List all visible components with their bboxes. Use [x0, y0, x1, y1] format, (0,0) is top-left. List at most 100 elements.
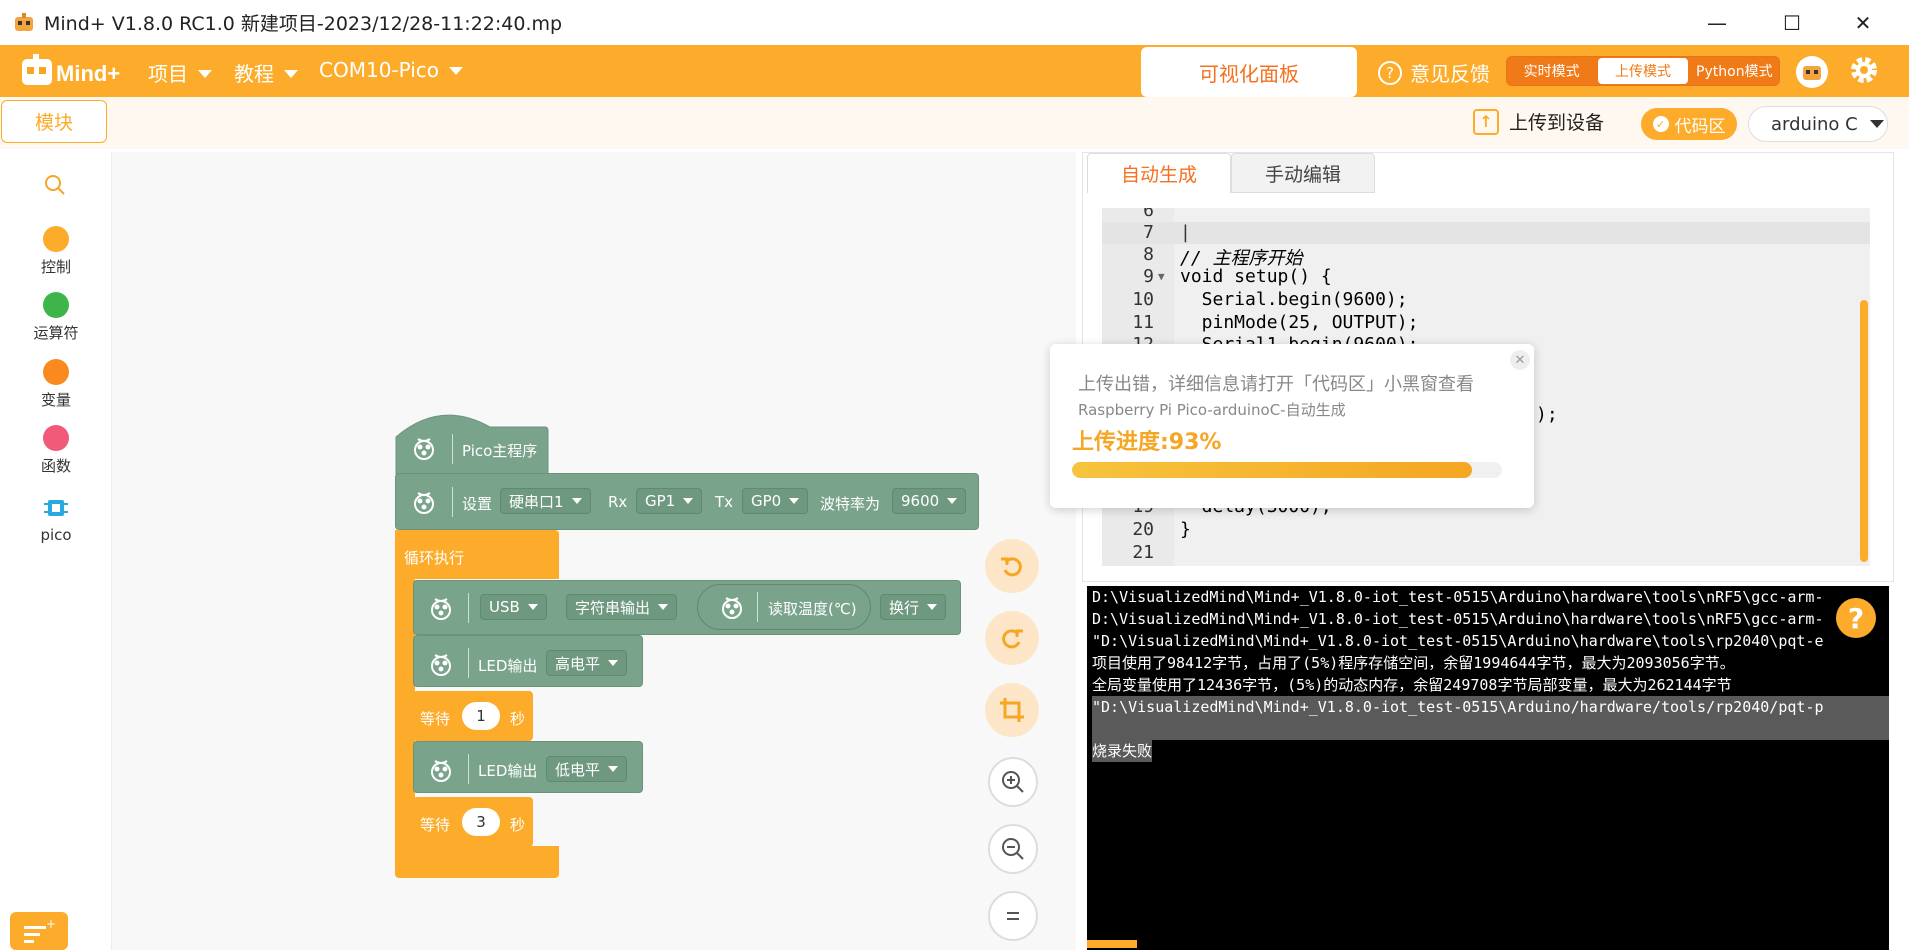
loop-block-foot [395, 846, 559, 878]
console-line [1092, 718, 1889, 740]
baud-dropdown[interactable]: 9600 [892, 488, 967, 514]
undo-icon [1001, 557, 1022, 577]
visual-panel-button[interactable]: 可视化面板 [1141, 47, 1357, 97]
code-line: 20} [1132, 519, 1191, 540]
redo-icon [1002, 629, 1023, 649]
loop-block-arm [395, 578, 415, 846]
tx-pin-value: GP0 [751, 492, 782, 510]
console-line: D:\VisualizedMind\Mind+_V1.8.0-iot_test-… [1092, 610, 1824, 628]
console-line: 烧录失败 [1092, 740, 1153, 762]
mode-switch: 实时模式 上传模式 Python模式 [1506, 56, 1780, 86]
menu-tutorial[interactable]: 教程 [234, 58, 298, 87]
close-button[interactable]: ✕ [1834, 0, 1892, 45]
chevron-down-icon [198, 69, 212, 78]
zoom-out-button[interactable] [988, 824, 1038, 874]
tab-manual-edit[interactable]: 手动编辑 [1231, 153, 1375, 193]
console-scrollbar[interactable] [1087, 940, 1137, 948]
search-icon[interactable] [43, 173, 67, 197]
language-select[interactable]: arduino C [1748, 106, 1888, 142]
category-label: 变量 [40, 391, 71, 409]
user-avatar-icon[interactable] [1796, 56, 1828, 88]
feedback-button[interactable]: ? 意见反馈 [1378, 58, 1490, 87]
menu-tutorial-label: 教程 [234, 62, 274, 86]
chevron-down-icon [683, 498, 694, 504]
code-line: 21 [1132, 542, 1154, 563]
wait-label: 等待 [420, 816, 451, 834]
tx-label: Tx [715, 493, 734, 511]
raspberry-pi-icon [414, 438, 434, 460]
upload-to-device-button[interactable]: ↑ 上传到设备 [1473, 108, 1604, 135]
chip-icon [44, 500, 68, 516]
menu-device-port[interactable]: COM10-Pico [319, 58, 464, 82]
newline-dropdown[interactable]: 换行 [880, 594, 947, 620]
tx-pin-dropdown[interactable]: GP0 [742, 488, 809, 514]
serial-port-dropdown[interactable]: 硬串口1 [500, 488, 591, 514]
led-output-label: LED输出 [478, 657, 538, 675]
secondary-toolbar [0, 97, 1909, 149]
reset-zoom-button[interactable] [988, 891, 1038, 941]
menu-device-port-label: COM10-Pico [319, 58, 440, 82]
category-dot [43, 425, 69, 451]
fold-arrow-icon[interactable]: ▼ [1158, 270, 1165, 283]
wait-seconds-input[interactable]: 1 [462, 702, 500, 730]
newline-value: 换行 [889, 598, 920, 617]
block-divider [452, 434, 453, 464]
gear-icon[interactable] [1848, 54, 1880, 86]
minimize-button[interactable]: — [1688, 0, 1746, 45]
modules-button[interactable]: 模块 [1, 100, 107, 143]
chevron-down-icon [608, 660, 619, 666]
rx-pin-dropdown[interactable]: GP1 [636, 488, 703, 514]
tab-auto-generate[interactable]: 自动生成 [1087, 153, 1231, 193]
category-pico[interactable]: pico [0, 494, 112, 544]
raspberry-pi-icon [414, 492, 434, 514]
low-level-dropdown[interactable]: 低电平 [546, 756, 628, 782]
mind-plus-logo: Mind+ [22, 54, 120, 86]
extensions-button[interactable]: + [10, 912, 68, 950]
mode-python[interactable]: Python模式 [1690, 58, 1779, 84]
redo-button[interactable] [985, 611, 1039, 665]
raspberry-pi-icon [722, 597, 742, 619]
string-output-dropdown[interactable]: 字符串输出 [566, 594, 678, 620]
chevron-down-icon [571, 498, 582, 504]
help-button[interactable]: ? [1836, 598, 1876, 638]
code-line: 8// 主程序开始 [1143, 244, 1303, 269]
console-line: D:\VisualizedMind\Mind+_V1.8.0-iot_test-… [1092, 588, 1824, 606]
maximize-button[interactable]: ☐ [1763, 0, 1821, 45]
block-workspace[interactable] [112, 152, 1076, 950]
upload-error-popup: ✕ 上传出错，详细信息请打开「代码区」小黑窗查看 Raspberry Pi Pi… [1050, 344, 1534, 508]
code-line: 9 ▼ void setup() { [1143, 266, 1332, 287]
serial-port-value: 硬串口1 [509, 492, 564, 511]
chevron-down-icon [284, 69, 298, 78]
category-label: 函数 [40, 457, 71, 475]
category-dot [43, 292, 69, 318]
serial-console[interactable]: D:\VisualizedMind\Mind+_V1.8.0-iot_test-… [1087, 586, 1889, 950]
category-operators[interactable]: 运算符 [0, 292, 112, 343]
menu-project[interactable]: 项目 [148, 58, 212, 87]
block-divider [468, 593, 469, 623]
code-area-toggle[interactable]: ✓ 代码区 [1641, 108, 1737, 140]
crop-button[interactable] [985, 683, 1039, 737]
category-functions[interactable]: 函数 [0, 425, 112, 476]
raspberry-pi-icon [431, 760, 451, 782]
block-divider [468, 754, 469, 784]
category-control[interactable]: 控制 [0, 226, 112, 277]
code-scrollbar[interactable] [1860, 300, 1868, 562]
category-variables[interactable]: 变量 [0, 359, 112, 410]
zoom-in-button[interactable] [988, 757, 1038, 807]
high-level-dropdown[interactable]: 高电平 [546, 650, 628, 676]
extension-add-icon: + [24, 917, 56, 943]
high-level-value: 高电平 [555, 654, 601, 673]
mode-upload[interactable]: 上传模式 [1598, 58, 1688, 84]
mode-realtime[interactable]: 实时模式 [1507, 58, 1596, 84]
undo-button[interactable] [985, 539, 1039, 593]
usb-dropdown[interactable]: USB [480, 594, 547, 620]
language-value: arduino C [1771, 113, 1858, 135]
chevron-down-icon [527, 604, 538, 610]
zoom-in-icon [1002, 771, 1024, 793]
logo-text: Mind+ [56, 61, 120, 86]
svg-text:+: + [46, 917, 56, 931]
equals-icon [1007, 912, 1019, 920]
baud-value: 9600 [901, 492, 940, 510]
wait-seconds-input[interactable]: 3 [462, 808, 500, 836]
close-icon[interactable]: ✕ [1510, 350, 1530, 370]
